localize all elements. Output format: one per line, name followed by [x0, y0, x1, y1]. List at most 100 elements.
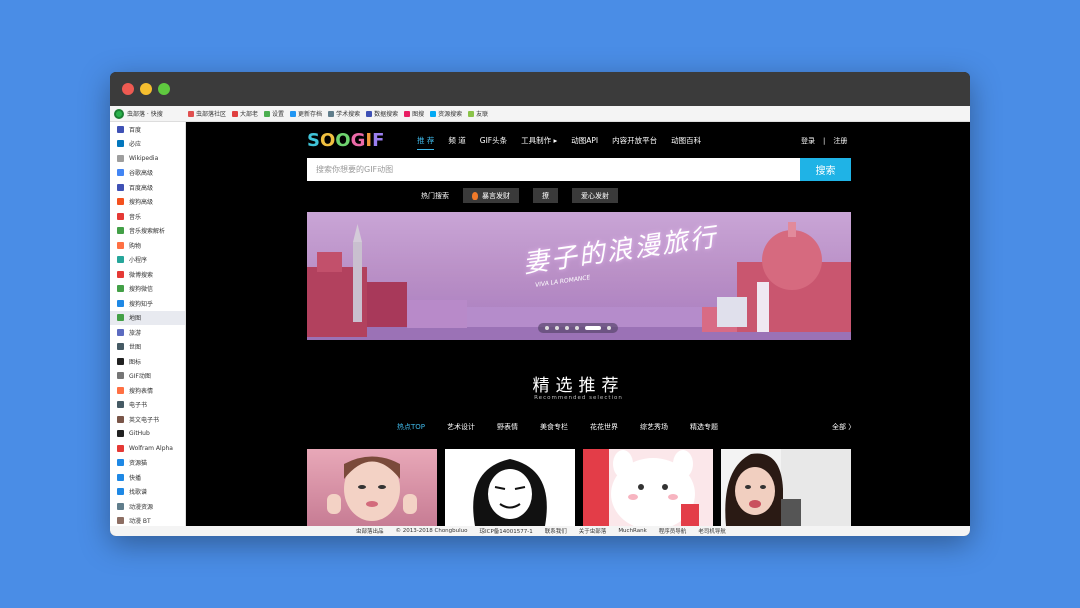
sidebar-item[interactable]: 购物	[110, 238, 185, 253]
carousel-dot[interactable]	[555, 326, 559, 330]
hero-banner[interactable]: 妻子的浪漫旅行 VIVA LA ROMANCE	[307, 212, 851, 340]
bookmark-item[interactable]: 设置	[264, 109, 284, 118]
auth-separator: |	[823, 137, 826, 145]
sidebar-item[interactable]: 世图	[110, 340, 185, 355]
sidebar-item[interactable]: 电子书	[110, 398, 185, 413]
nav-item[interactable]: GIF头条	[480, 135, 507, 150]
bookmark-item[interactable]: 更新存档	[290, 109, 322, 118]
gif-thumbnail[interactable]	[445, 449, 575, 526]
sidebar-item[interactable]: 快播	[110, 470, 185, 485]
sidebar-item[interactable]: 地图	[110, 310, 185, 325]
minimize-window-button[interactable]	[140, 83, 152, 95]
login-link[interactable]: 登录	[801, 137, 815, 145]
bookmark-item[interactable]: 学术搜索	[328, 109, 360, 118]
sidebar-item[interactable]: 资源猫	[110, 456, 185, 471]
close-window-button[interactable]	[122, 83, 134, 95]
sidebar-item-icon	[117, 357, 124, 365]
nav-item[interactable]: 内容开放平台	[612, 135, 657, 150]
sidebar-item-icon	[117, 198, 124, 206]
carousel-dot[interactable]	[575, 326, 579, 330]
nav-item[interactable]: 动图百科	[671, 135, 701, 150]
sidebar-item[interactable]: 小程序	[110, 253, 185, 268]
bookmarks-brand[interactable]: 虫部落 · 快搜	[110, 108, 188, 119]
brand-name: 虫部落 · 快搜	[127, 111, 163, 118]
register-link[interactable]: 注册	[833, 137, 847, 145]
sidebar-item-label: 百度	[129, 126, 142, 134]
footer-link[interactable]: 老司机导航	[698, 527, 726, 535]
sidebar-item-icon	[117, 430, 124, 438]
sidebar-item-icon	[117, 444, 124, 452]
bookmark-label: 大部老	[240, 111, 259, 118]
footer-link[interactable]: MuchRank	[618, 528, 646, 534]
category-tab[interactable]: 艺术设计	[447, 422, 475, 432]
nav-item[interactable]: 频 道	[448, 135, 465, 150]
sidebar-item-label: 音乐	[129, 213, 142, 221]
sidebar-item[interactable]: 旅游	[110, 325, 185, 340]
hot-tag[interactable]: 暴言发财	[463, 188, 519, 203]
sidebar-item[interactable]: GIF动图	[110, 369, 185, 384]
sidebar-item[interactable]: 百度	[110, 122, 185, 137]
sidebar-item[interactable]: 搜狗高级	[110, 195, 185, 210]
search-button[interactable]: 搜索	[800, 158, 851, 181]
bookmark-item[interactable]: 图搜	[404, 109, 424, 118]
hot-tag[interactable]: 撩	[533, 188, 558, 203]
sidebar-item[interactable]: 搜狗表情	[110, 383, 185, 398]
sidebar-item[interactable]: 音乐	[110, 209, 185, 224]
gif-thumbnail[interactable]	[307, 449, 437, 526]
gif-thumbnail[interactable]	[721, 449, 851, 526]
carousel-indicator[interactable]	[538, 323, 618, 333]
search-input[interactable]: 搜索你想要的GIF动图	[307, 158, 800, 181]
category-tab[interactable]: 热点TOP	[397, 422, 425, 432]
nav-item[interactable]: 推 荐	[417, 135, 435, 150]
sidebar-item[interactable]: 搜狗微信	[110, 282, 185, 297]
sidebar-item[interactable]: Wolfram Alpha	[110, 441, 185, 456]
category-tab[interactable]: 美食专栏	[540, 422, 568, 432]
sidebar-item[interactable]: 图标	[110, 354, 185, 369]
hot-tag-label: 爱心发射	[581, 191, 609, 200]
carousel-dot[interactable]	[585, 326, 601, 330]
footer-link: © 2013-2018 Chongbuluo	[395, 528, 468, 534]
nav-item[interactable]: 动图API	[571, 135, 598, 150]
carousel-dot[interactable]	[607, 326, 611, 330]
category-tab[interactable]: 综艺秀场	[640, 422, 668, 432]
soogif-logo[interactable]: SOOGIF	[307, 131, 384, 151]
gif-thumbnail[interactable]	[583, 449, 713, 526]
sidebar-item[interactable]: 英文电子书	[110, 412, 185, 427]
bookmark-item[interactable]: 数据搜索	[366, 109, 398, 118]
maximize-window-button[interactable]	[158, 83, 170, 95]
bookmark-icon	[188, 110, 194, 117]
sidebar-item[interactable]: 百度高级	[110, 180, 185, 195]
bookmark-item[interactable]: 大部老	[232, 109, 258, 118]
category-tab[interactable]: 精选专题	[690, 422, 718, 432]
all-categories-link[interactable]: 全部 〉	[832, 422, 855, 432]
footer-link[interactable]: 程序员导航	[659, 527, 687, 535]
sidebar-item[interactable]: 微博搜索	[110, 267, 185, 282]
category-tab[interactable]: 花花世界	[590, 422, 618, 432]
hot-tag[interactable]: 爱心发射	[572, 188, 618, 203]
sidebar-item-label: 购物	[129, 242, 142, 250]
sidebar-item-label: Wikipedia	[129, 154, 159, 162]
sidebar-item[interactable]: 动漫 BT	[110, 514, 185, 527]
sidebar-item-icon	[117, 270, 124, 278]
sidebar-item[interactable]: 搜狗知乎	[110, 296, 185, 311]
sidebar-item[interactable]: 必应	[110, 137, 185, 152]
bookmark-item[interactable]: 友联	[468, 109, 488, 118]
sidebar-item[interactable]: Wikipedia	[110, 151, 185, 166]
sidebar-item[interactable]: GitHub	[110, 427, 185, 442]
bookmark-icon	[290, 110, 297, 117]
sidebar-item[interactable]: 找歌谱	[110, 485, 185, 500]
sidebar-item-label: 谷歌高级	[129, 170, 154, 178]
bookmark-item[interactable]: 虫部落社区	[188, 109, 226, 118]
category-tab[interactable]: 野表情	[497, 422, 518, 432]
sidebar-item[interactable]: 动漫资源	[110, 499, 185, 514]
sidebar-item[interactable]: 音乐搜索解析	[110, 224, 185, 239]
nav-item[interactable]: 工具制作 ▸	[521, 135, 557, 150]
sidebar-item[interactable]: 谷歌高级	[110, 166, 185, 181]
title-bar	[110, 72, 970, 106]
bookmark-item[interactable]: 资源搜索	[430, 109, 462, 118]
carousel-dot[interactable]	[565, 326, 569, 330]
footer-link[interactable]: 关于虫部落	[579, 527, 607, 535]
footer-link[interactable]: 联系我们	[545, 527, 567, 535]
sidebar-item-label: 地图	[129, 315, 142, 323]
carousel-dot[interactable]	[545, 326, 549, 330]
